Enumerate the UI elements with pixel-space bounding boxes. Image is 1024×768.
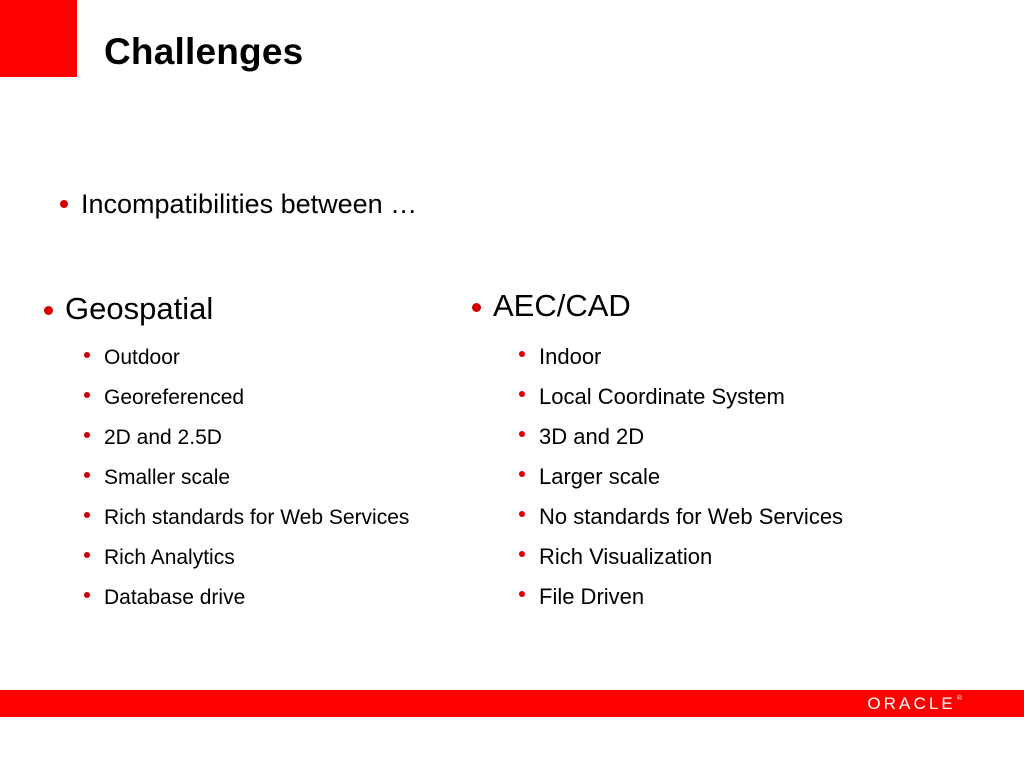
list-item-label: Database drive — [104, 586, 246, 609]
list-item-label: Larger scale — [539, 464, 661, 489]
list-item-label: Georeferenced — [104, 386, 245, 409]
list-item: Rich standards for Web Services — [84, 503, 414, 533]
sub-bullet-dot-icon — [519, 591, 525, 597]
sub-bullet-dot-icon — [84, 352, 90, 358]
aec-cad-sub-bullet-list: Indoor Local Coordinate System 3D and 2D… — [519, 341, 989, 621]
lead-bullet-label: Incompatibilities between … — [81, 189, 418, 219]
list-item: Larger scale — [519, 461, 989, 492]
list-item-label: File Driven — [539, 584, 645, 609]
bullet-dot-icon — [472, 303, 481, 312]
list-item-label: Smaller scale — [104, 466, 231, 489]
list-item: Rich Analytics — [84, 543, 414, 573]
list-item: Outdoor — [84, 343, 414, 373]
list-item-label: No standards for Web Services — [539, 504, 844, 529]
list-item: Local Coordinate System — [519, 381, 989, 412]
registered-trademark-icon: ® — [956, 695, 962, 702]
list-item-label: Rich standards for Web Services — [104, 506, 410, 529]
list-item: No standards for Web Services — [519, 501, 989, 532]
sub-bullet-dot-icon — [84, 432, 90, 438]
sub-bullet-dot-icon — [84, 552, 90, 558]
list-item-label: Outdoor — [104, 346, 180, 369]
red-corner-square-decoration — [0, 0, 77, 77]
list-item-label: Local Coordinate System — [539, 384, 785, 409]
geospatial-sub-bullet-list: Outdoor Georeferenced 2D and 2.5D Smalle… — [84, 343, 414, 623]
list-item-label: 2D and 2.5D — [104, 426, 222, 449]
sub-bullet-dot-icon — [519, 551, 525, 557]
sub-bullet-dot-icon — [519, 351, 525, 357]
column-heading-label: AEC/CAD — [493, 288, 631, 323]
list-item: 3D and 2D — [519, 421, 989, 452]
sub-bullet-dot-icon — [84, 512, 90, 518]
sub-bullet-dot-icon — [519, 431, 525, 437]
page-title: Challenges — [104, 31, 304, 72]
sub-bullet-dot-icon — [519, 511, 525, 517]
oracle-logo: ORACLE ® — [867, 694, 962, 713]
list-item-label: Rich Visualization — [539, 544, 713, 569]
list-item: 2D and 2.5D — [84, 423, 414, 453]
oracle-wordmark: ORACLE — [867, 694, 956, 713]
list-item: Rich Visualization — [519, 541, 989, 572]
list-item-label: Indoor — [539, 344, 602, 369]
column-heading-geospatial: Geospatial — [44, 291, 213, 327]
list-item: Georeferenced — [84, 383, 414, 413]
bullet-dot-icon — [60, 200, 68, 208]
list-item: File Driven — [519, 581, 989, 612]
sub-bullet-dot-icon — [519, 471, 525, 477]
list-item-label: Rich Analytics — [104, 546, 235, 569]
column-heading-aec-cad: AEC/CAD — [472, 288, 631, 324]
list-item-label: 3D and 2D — [539, 424, 645, 449]
sub-bullet-dot-icon — [84, 392, 90, 398]
column-heading-label: Geospatial — [65, 291, 214, 326]
lead-bullet-row: Incompatibilities between … — [60, 188, 417, 220]
bullet-dot-icon — [44, 306, 53, 315]
list-item: Smaller scale — [84, 463, 414, 493]
list-item: Indoor — [519, 341, 989, 372]
sub-bullet-dot-icon — [84, 472, 90, 478]
sub-bullet-dot-icon — [519, 391, 525, 397]
list-item: Database drive — [84, 583, 414, 613]
sub-bullet-dot-icon — [84, 592, 90, 598]
slide-canvas: Challenges Incompatibilities between … G… — [0, 0, 1024, 768]
